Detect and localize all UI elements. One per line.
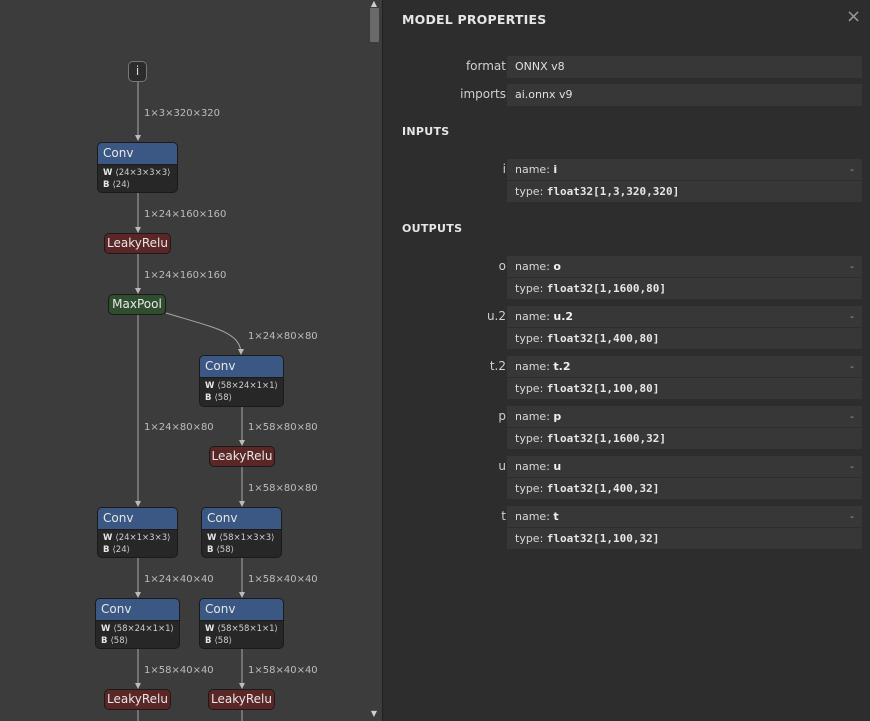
- node-attr-weight: W ⟨58×58×1×1⟩: [205, 624, 278, 634]
- node-attr-bias: B ⟨58⟩: [101, 636, 128, 646]
- edge-line: [165, 312, 244, 355]
- argument-type: float32[1,100,80]: [546, 382, 660, 395]
- graph-scrollbar[interactable]: [367, 0, 381, 721]
- argument-key: u.2: [486, 309, 506, 323]
- panel-title: MODEL PROPERTIES: [402, 12, 547, 27]
- argument-type: float32[1,400,32]: [546, 482, 660, 495]
- node-attr-bias: B ⟨24⟩: [103, 545, 130, 555]
- expand-toggle[interactable]: -: [850, 356, 854, 377]
- property-key: format: [465, 59, 506, 73]
- conv-node[interactable]: Conv W ⟨58×1×3×3⟩ B ⟨58⟩: [201, 507, 282, 558]
- argument-box[interactable]: name: t.2- type: float32[1,100,80]: [507, 356, 862, 399]
- conv-node[interactable]: Conv W ⟨58×24×1×1⟩ B ⟨58⟩: [95, 598, 180, 649]
- scroll-down-arrow-icon[interactable]: ▼: [369, 710, 379, 718]
- edge-shape-label: 1×24×160×160: [144, 209, 227, 220]
- argument-box[interactable]: name: u- type: float32[1,400,32]: [507, 456, 862, 499]
- argument-name: u: [553, 460, 562, 473]
- property-value[interactable]: ONNX v8: [507, 56, 862, 78]
- argument-name: t: [553, 510, 559, 523]
- conv-node[interactable]: Conv W ⟨24×3×3×3⟩ B ⟨24⟩: [97, 142, 178, 193]
- argument-name: t.2: [553, 360, 571, 373]
- node-attr-bias: B ⟨58⟩: [205, 393, 232, 403]
- argument-key: u: [498, 459, 506, 473]
- edge-shape-label: 1×3×320×320: [144, 108, 221, 119]
- edge-shape-label: 1×24×160×160: [144, 270, 227, 281]
- node-op-name: Conv: [98, 143, 177, 165]
- node-op-name: Conv: [200, 599, 283, 621]
- property-value[interactable]: ai.onnx v9: [507, 84, 862, 106]
- argument-key: o: [498, 259, 506, 273]
- argument-key: p: [498, 409, 506, 423]
- expand-toggle[interactable]: -: [850, 256, 854, 277]
- node-op-name: MaxPool: [112, 297, 162, 311]
- leakyrelu-node[interactable]: LeakyRelu: [104, 689, 171, 710]
- node-attr-bias: B ⟨58⟩: [207, 545, 234, 555]
- property-key: imports: [460, 87, 506, 101]
- graph-canvas[interactable]: i 1×3×320×320 1×24×160×160 1×24×160×160 …: [0, 0, 382, 721]
- node-attr-bias: B ⟨58⟩: [205, 636, 232, 646]
- leakyrelu-node[interactable]: LeakyRelu: [209, 446, 275, 467]
- conv-node[interactable]: Conv W ⟨24×1×3×3⟩ B ⟨24⟩: [97, 507, 178, 558]
- inputs-section-title: INPUTS: [402, 125, 450, 138]
- node-attr-weight: W ⟨58×24×1×1⟩: [101, 624, 174, 634]
- argument-key: i: [502, 162, 506, 176]
- input-node-label: i: [135, 64, 140, 78]
- graph-input-node[interactable]: i: [128, 61, 147, 82]
- leakyrelu-node[interactable]: LeakyRelu: [208, 689, 275, 710]
- conv-node[interactable]: Conv W ⟨58×24×1×1⟩ B ⟨58⟩: [199, 355, 284, 407]
- node-op-name: Conv: [200, 356, 283, 378]
- edge-shape-label: 1×58×80×80: [248, 422, 318, 433]
- argument-name: o: [553, 260, 561, 273]
- argument-box[interactable]: name: i- type: float32[1,3,320,320]: [507, 159, 862, 202]
- edge-shape-label: 1×58×80×80: [248, 483, 318, 494]
- edge-shape-label: 1×58×40×40: [248, 665, 318, 676]
- outputs-section-title: OUTPUTS: [402, 222, 463, 235]
- conv-node[interactable]: Conv W ⟨58×58×1×1⟩ B ⟨58⟩: [199, 598, 284, 649]
- leakyrelu-node[interactable]: LeakyRelu: [104, 233, 171, 254]
- argument-name: p: [553, 410, 562, 423]
- node-attr-weight: W ⟨24×1×3×3⟩: [103, 533, 171, 543]
- node-op-name: Conv: [96, 599, 179, 621]
- node-op-name: Conv: [98, 508, 177, 530]
- argument-box[interactable]: name: p- type: float32[1,1600,32]: [507, 406, 862, 449]
- expand-toggle[interactable]: -: [850, 406, 854, 427]
- expand-toggle[interactable]: -: [850, 159, 854, 180]
- argument-type: float32[1,400,80]: [546, 332, 660, 345]
- model-properties-panel: MODEL PROPERTIES × format ONNX v8 import…: [382, 0, 870, 721]
- expand-toggle[interactable]: -: [850, 306, 854, 327]
- argument-type: float32[1,100,32]: [546, 532, 660, 545]
- node-op-name: LeakyRelu: [211, 692, 272, 706]
- argument-box[interactable]: name: o- type: float32[1,1600,80]: [507, 256, 862, 299]
- edge-shape-label: 1×58×40×40: [248, 574, 318, 585]
- node-attr-weight: W ⟨58×24×1×1⟩: [205, 381, 278, 391]
- scrollbar-thumb[interactable]: [370, 8, 379, 42]
- argument-box[interactable]: name: u.2- type: float32[1,400,80]: [507, 306, 862, 349]
- argument-key: t.2: [489, 359, 506, 373]
- node-attr-weight: W ⟨58×1×3×3⟩: [207, 533, 275, 543]
- argument-type: float32[1,3,320,320]: [546, 185, 680, 198]
- edge-shape-label: 1×58×40×40: [144, 665, 214, 676]
- node-op-name: Conv: [202, 508, 281, 530]
- expand-toggle[interactable]: -: [850, 506, 854, 527]
- argument-type: float32[1,1600,80]: [546, 282, 666, 295]
- node-op-name: LeakyRelu: [211, 449, 273, 463]
- argument-box[interactable]: name: t- type: float32[1,100,32]: [507, 506, 862, 549]
- maxpool-node[interactable]: MaxPool: [108, 294, 166, 315]
- close-icon[interactable]: ×: [846, 6, 861, 27]
- node-op-name: LeakyRelu: [107, 692, 168, 706]
- argument-type: float32[1,1600,32]: [546, 432, 666, 445]
- node-attr-bias: B ⟨24⟩: [103, 180, 130, 190]
- argument-name: i: [553, 163, 558, 176]
- scroll-up-arrow-icon[interactable]: ▲: [369, 0, 379, 8]
- argument-name: u.2: [553, 310, 574, 323]
- edge-shape-label: 1×24×40×40: [144, 574, 214, 585]
- argument-key: t: [501, 509, 506, 523]
- node-op-name: LeakyRelu: [107, 236, 168, 250]
- expand-toggle[interactable]: -: [850, 456, 854, 477]
- edge-shape-label: 1×24×80×80: [144, 422, 214, 433]
- edge-shape-label: 1×24×80×80: [248, 331, 318, 342]
- node-attr-weight: W ⟨24×3×3×3⟩: [103, 168, 171, 178]
